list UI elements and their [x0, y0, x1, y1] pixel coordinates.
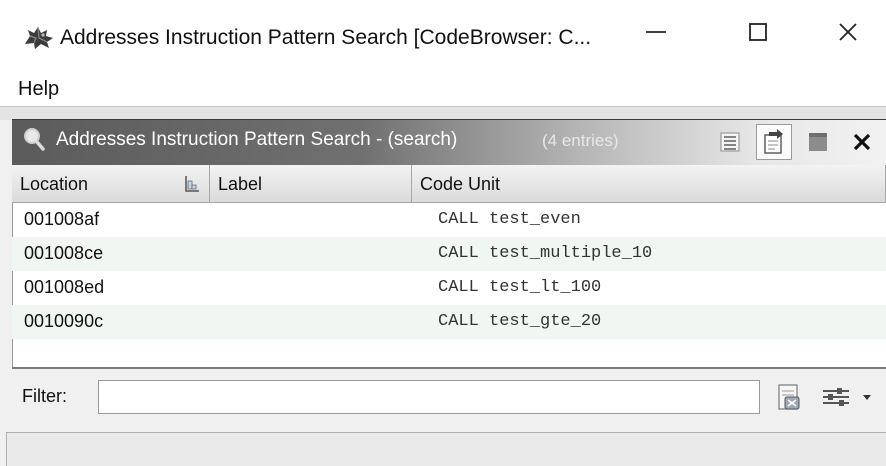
filter-options-icon [823, 388, 849, 406]
navigate-icon [764, 129, 783, 154]
minimize-icon [646, 31, 666, 33]
column-header-location[interactable]: Location [12, 165, 210, 203]
table-row[interactable]: 001008af CALL test_even [12, 203, 886, 237]
cell-code-unit: CALL test_gte_20 [438, 312, 602, 331]
table-row[interactable]: 001008ce CALL test_multiple_10 [12, 237, 886, 271]
close-icon [853, 133, 871, 151]
dragon-icon [25, 26, 53, 49]
column-header-label: Label [218, 174, 263, 194]
snapshot-button[interactable] [800, 124, 836, 160]
clear-filter-icon [778, 384, 800, 410]
entry-count: (4 entries) [542, 131, 619, 150]
close-panel-button[interactable] [844, 124, 880, 160]
cell-location: 001008ce [24, 243, 104, 263]
column-header-label: Code Unit [420, 174, 501, 194]
menu-bar [0, 60, 886, 106]
filter-clear-button[interactable] [774, 381, 804, 413]
table-row[interactable]: 0010090c CALL test_gte_20 [12, 305, 886, 339]
chevron-down-icon [863, 395, 871, 400]
maximize-button[interactable] [728, 10, 788, 54]
cell-code-unit: CALL test_multiple_10 [438, 244, 653, 263]
cell-location: 0010090c [24, 311, 104, 331]
column-header-code-unit[interactable]: Code Unit [412, 165, 886, 203]
filter-label: Filter: [22, 386, 67, 406]
snapshot-icon [809, 133, 827, 151]
filter-input[interactable] [98, 380, 760, 414]
close-window-button[interactable] [818, 10, 878, 54]
sort-icon[interactable] [182, 174, 202, 194]
list-view-icon [720, 132, 740, 152]
table-row[interactable]: 001008ed CALL test_lt_100 [12, 271, 886, 305]
filter-options-button[interactable] [820, 381, 876, 413]
cell-code-unit: CALL test_lt_100 [438, 278, 602, 297]
window-title: Addresses Instruction Pattern Search [Co… [60, 26, 592, 49]
status-bar [6, 432, 886, 466]
panel-title: Addresses Instruction Pattern Search - (… [56, 129, 458, 150]
maximize-icon [749, 23, 767, 41]
divider-band [0, 106, 886, 120]
list-view-button[interactable] [712, 124, 748, 160]
close-icon [839, 23, 857, 41]
cell-code-unit: CALL test_even [438, 210, 581, 229]
minimize-button[interactable] [626, 10, 686, 54]
navigate-toggle-button[interactable] [756, 124, 792, 160]
column-header-label-col[interactable]: Label [210, 165, 412, 203]
cell-location: 001008ed [24, 277, 105, 297]
cell-location: 001008af [24, 209, 100, 229]
menu-help[interactable]: Help [18, 78, 59, 101]
search-icon [24, 128, 45, 151]
column-header-label: Location [20, 174, 89, 194]
